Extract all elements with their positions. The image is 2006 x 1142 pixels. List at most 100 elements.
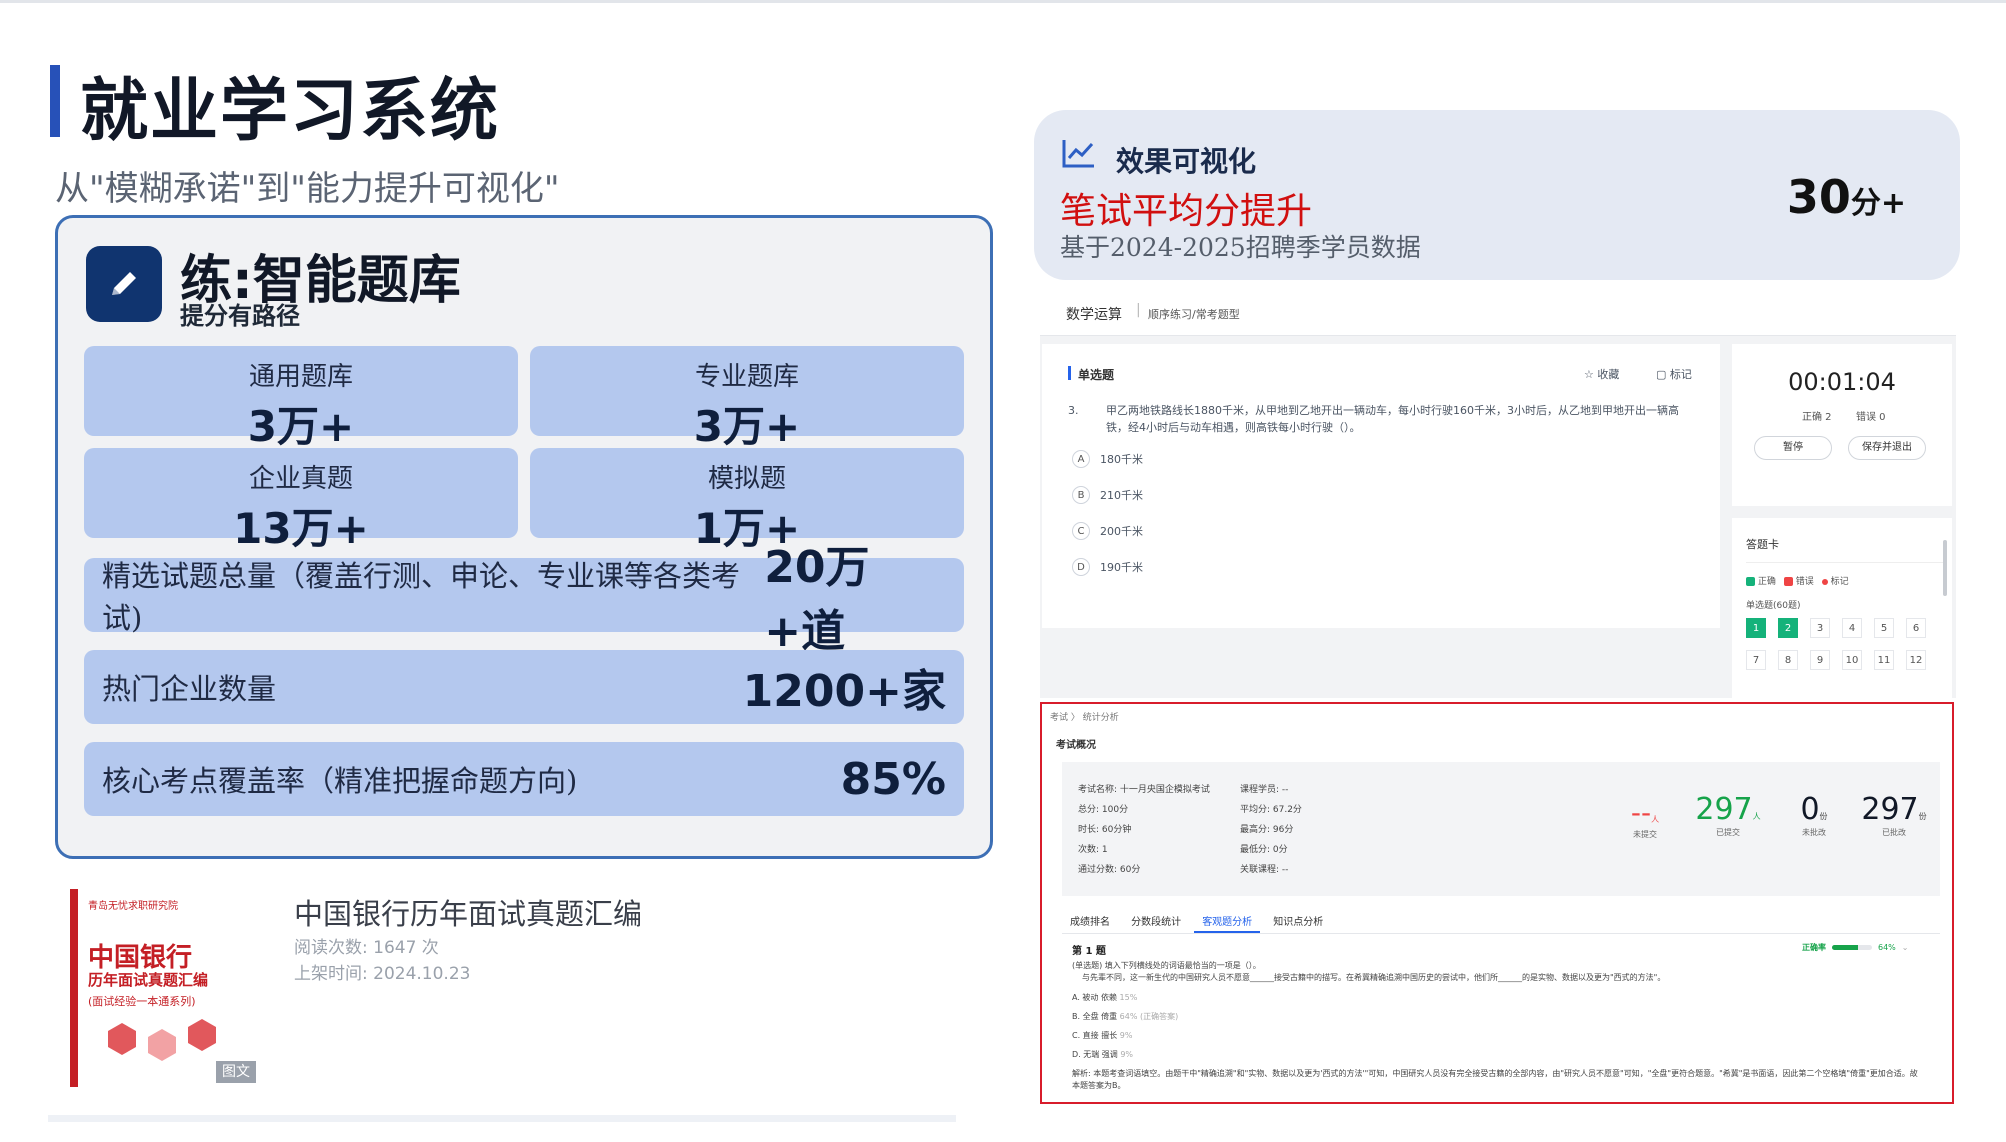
cover-tag: 图文: [216, 1061, 256, 1083]
effect-card: 效果可视化 笔试平均分提升 基于2024-2025招聘季学员数据 30分+: [1034, 110, 1960, 280]
metric-label: 未批改: [1802, 828, 1826, 837]
stats-screenshot: 考试 〉 统计分析 考试概况 考试名称: 十一月央国企模拟考试 总分: 100分…: [1040, 702, 1954, 1104]
answer-distribution: A. 被动 依赖 15% B. 全盘 倚重 64% (正确答案) C. 直接 擅…: [1072, 988, 1178, 1064]
option-c[interactable]: C 200千米: [1072, 522, 1143, 540]
question-body: (单选题) 填入下列横线处的词语最恰当的一项是（）。 与先辈不同，这一新生代的中…: [1072, 960, 1922, 984]
question-number-4[interactable]: 4: [1842, 618, 1862, 638]
question-context: 与先辈不同，这一新生代的中国研究人员不愿意______接受古籍中的描写。在希冀精…: [1082, 973, 1666, 982]
timer-panel: 00:01:04 正确 2 错误 0 暂停 保存并退出: [1732, 344, 1952, 506]
legend-label: 标记: [1830, 577, 1849, 587]
question-number-1[interactable]: 1: [1746, 618, 1766, 638]
answer-row: C. 直接 擅长 9%: [1072, 1026, 1178, 1045]
summary-field: 关联课程: --: [1240, 865, 1289, 875]
card-legend: 正确 错误 标记: [1746, 574, 1849, 587]
question-number-9[interactable]: 9: [1810, 650, 1830, 670]
question-number-7[interactable]: 7: [1746, 650, 1766, 670]
tile-value: 13万+: [233, 504, 369, 553]
question-number-3[interactable]: 3: [1810, 618, 1830, 638]
question-number-8[interactable]: 8: [1778, 650, 1798, 670]
tab-objective-analysis[interactable]: 客观题分析: [1194, 910, 1261, 933]
accuracy-label: 正确率: [1802, 943, 1826, 952]
question-number-2[interactable]: 2: [1778, 618, 1798, 638]
stat-label: 精选试题总量（覆盖行测、申论、专业课等各类考试): [102, 559, 741, 635]
accuracy-fill: [1832, 945, 1858, 950]
tab-score-bands[interactable]: 分数段统计: [1123, 910, 1189, 931]
legend-mark: 标记: [1821, 574, 1849, 587]
answer-text: D. 无端 强调: [1072, 1050, 1118, 1059]
question-number-6[interactable]: 6: [1906, 618, 1926, 638]
tile-label: 模拟题: [707, 464, 786, 494]
chevron-down-icon[interactable]: ⌄: [1902, 943, 1909, 952]
tab-knowledge-analysis[interactable]: 知识点分析: [1265, 910, 1331, 931]
effect-number: 30: [1786, 170, 1851, 224]
question-stem: (单选题) 填入下列横线处的词语最恰当的一项是（）。: [1072, 961, 1261, 970]
answer-text: A. 被动 依赖: [1072, 993, 1117, 1002]
tile-mock: 模拟题 1万+: [530, 448, 964, 553]
legend-correct: 正确: [1746, 574, 1776, 587]
summary-field: 平均分: 67.2分: [1240, 805, 1302, 815]
question-type: 单选题: [1078, 368, 1115, 382]
summary-field: 最低分: 0分: [1240, 845, 1288, 855]
correct-count: 正确 2: [1802, 412, 1832, 423]
crumb-separator: |: [1136, 302, 1141, 318]
book-cover[interactable]: 青岛无忧求职研究院 中国银行 历年面试真题汇编 (面试经验一本通系列) 图文: [70, 889, 256, 1087]
tile-label: 通用题库: [248, 362, 353, 392]
answer-pct: 9%: [1119, 1031, 1133, 1040]
accuracy-value: 64%: [1878, 943, 1896, 952]
stats-heading: 考试概况: [1056, 740, 1096, 751]
metric-value: --: [1630, 796, 1652, 829]
metric-graded: 297份 已批改: [1854, 792, 1934, 838]
stat-label: 热门企业数量: [102, 672, 277, 706]
question-number-12[interactable]: 12: [1906, 650, 1926, 670]
answer-row: A. 被动 依赖 15%: [1072, 988, 1178, 1007]
quiz-category[interactable]: 数学运算: [1066, 304, 1122, 324]
metric-label: 已批改: [1882, 828, 1906, 837]
save-exit-button[interactable]: 保存并退出: [1848, 436, 1926, 460]
question-number-11[interactable]: 11: [1874, 650, 1894, 670]
legend-label: 错误: [1795, 577, 1814, 587]
option-d[interactable]: D 190千米: [1072, 558, 1143, 576]
summary-field: 最高分: 96分: [1240, 825, 1294, 835]
option-a[interactable]: A 180千米: [1072, 450, 1143, 468]
cover-publisher: 青岛无忧求职研究院: [88, 901, 178, 912]
option-key: C: [1072, 522, 1090, 540]
summary-field: 总分: 100分: [1078, 805, 1129, 815]
page-title: 就业学习系统: [80, 72, 501, 151]
title-accent-bar: [50, 65, 60, 137]
answer-card: 答题卡 正确 错误 标记 单选题(60题) 1 2 3 4 5 6 7 8 9 …: [1732, 518, 1952, 698]
metric-value: 297: [1695, 792, 1753, 827]
cover-series: (面试经验一本通系列): [88, 995, 196, 1008]
mark-button[interactable]: ▢ 标记: [1656, 366, 1692, 382]
tile-general: 通用题库 3万+: [84, 346, 518, 451]
divider: [48, 1115, 956, 1122]
option-key: A: [1072, 450, 1090, 468]
favorite-button[interactable]: ☆ 收藏: [1584, 366, 1619, 382]
book-title[interactable]: 中国银行历年面试真题汇编: [294, 891, 642, 933]
stats-breadcrumb[interactable]: 考试 〉 统计分析: [1050, 710, 1119, 723]
summary-field: 课程学员: --: [1240, 785, 1289, 795]
tile-professional: 专业题库 3万+: [530, 346, 964, 451]
tile-label: 专业题库: [694, 362, 799, 392]
summary-field: 通过分数: 60分: [1078, 865, 1141, 875]
summary-field: 时长: 60分钟: [1078, 825, 1132, 835]
question-number-5[interactable]: 5: [1874, 618, 1894, 638]
quiz-screenshot: 数学运算 | 顺序练习/常考题型 单选题 ☆ 收藏 ▢ 标记 3. 甲乙两地铁路…: [1040, 288, 1956, 698]
summary-left: 考试名称: 十一月央国企模拟考试 总分: 100分 时长: 60分钟 次数: 1…: [1078, 780, 1210, 880]
answer-pct: 15%: [1119, 993, 1138, 1002]
option-b[interactable]: B 210千米: [1072, 486, 1143, 504]
effect-headline: 笔试平均分提升: [1060, 191, 1313, 232]
metric-unit: 人: [1752, 812, 1761, 821]
question-number-10[interactable]: 10: [1842, 650, 1862, 670]
tile-label: 企业真题: [248, 464, 353, 494]
pause-button[interactable]: 暂停: [1754, 436, 1832, 460]
question-number: 3.: [1068, 404, 1079, 417]
effect-unit: 分+: [1850, 186, 1906, 221]
accuracy-indicator: 正确率 64% ⌄: [1802, 942, 1908, 953]
favorite-label: 收藏: [1597, 368, 1620, 381]
stats-tabs: 成绩排名 分数段统计 客观题分析 知识点分析: [1062, 910, 1940, 934]
card-scrollbar[interactable]: [1943, 540, 1947, 596]
quiz-mode[interactable]: 顺序练习/常考题型: [1148, 306, 1240, 322]
question-text: 甲乙两地铁路线长1880千米，从甲地到乙地开出一辆动车，每小时行驶160千米，3…: [1106, 404, 1679, 434]
tab-ranking[interactable]: 成绩排名: [1062, 910, 1118, 931]
type-marker: [1068, 366, 1071, 380]
